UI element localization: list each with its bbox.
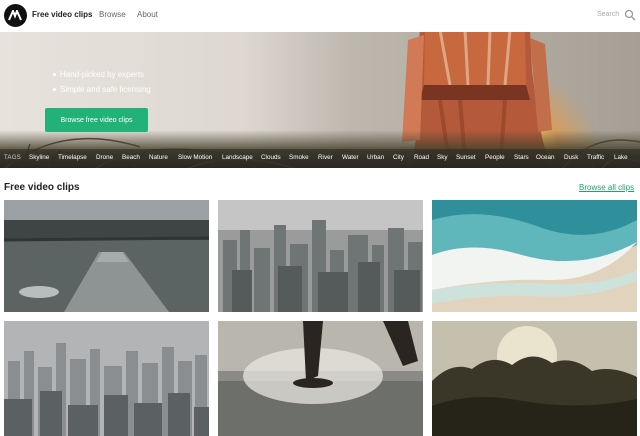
hero-bullet-text: Hand-picked by experts (60, 70, 145, 79)
tag-link[interactable]: Water (342, 154, 359, 161)
tag-link[interactable]: Sunset (456, 154, 476, 161)
tag-link[interactable]: Dusk (564, 154, 578, 161)
tag-link[interactable]: Beach (122, 154, 140, 161)
bullet-dot-icon (53, 73, 56, 77)
tag-link[interactable]: Clouds (261, 154, 281, 161)
tags-label: TAGS (4, 155, 22, 161)
tag-link[interactable]: River (318, 154, 333, 161)
search-input[interactable]: Search (597, 11, 619, 18)
browse-all-clips-link[interactable]: Browse all clips (579, 183, 634, 192)
logo-mark-icon (8, 10, 22, 21)
tag-link[interactable]: Stars (514, 154, 529, 161)
nav-browse-link[interactable]: Browse (99, 10, 126, 19)
tag-link[interactable]: Urban (367, 154, 384, 161)
hero-banner: Hand-picked by experts Simple and safe l… (0, 32, 640, 168)
hero-bullet: Simple and safe licensing (53, 85, 151, 94)
hero-bullet: Hand-picked by experts (53, 70, 144, 79)
tag-link[interactable]: Traffic (587, 154, 604, 161)
tag-link[interactable]: Nature (149, 154, 168, 161)
search-icon[interactable] (624, 9, 636, 21)
clip-thumbnail-lake-pier[interactable] (4, 200, 209, 312)
tag-link[interactable]: Lake (614, 154, 628, 161)
clip-thumbnail-city-skyline-haze[interactable] (4, 321, 209, 436)
browse-free-clips-button[interactable]: Browse free video clips (45, 108, 148, 132)
tag-link[interactable]: Skyline (29, 154, 49, 161)
tag-link[interactable]: Drone (96, 154, 113, 161)
tag-link[interactable]: City (393, 154, 404, 161)
tags-bar: TAGS Skyline Timelapse Drone Beach Natur… (0, 149, 640, 168)
clip-thumbnail-water-splash[interactable] (218, 321, 423, 436)
tag-link[interactable]: Smoke (289, 154, 309, 161)
bullet-dot-icon (53, 88, 56, 92)
brand-title[interactable]: Free video clips (32, 10, 92, 19)
clip-thumbnail-ocean-waves-aerial[interactable] (432, 200, 637, 312)
hero-bullet-text: Simple and safe licensing (60, 85, 151, 94)
nav-about-link[interactable]: About (137, 10, 158, 19)
tag-link[interactable]: People (485, 154, 505, 161)
clip-thumbnail-sunset-forest[interactable] (432, 321, 637, 436)
logo[interactable] (4, 4, 27, 27)
clip-thumbnail-city-skyline-aerial[interactable] (218, 200, 423, 312)
tag-link[interactable]: Landscape (222, 154, 253, 161)
section-title: Free video clips (4, 182, 80, 193)
tag-link[interactable]: Road (414, 154, 429, 161)
tag-link[interactable]: Slow Motion (178, 154, 212, 161)
site-header: Free video clips Browse About Search (0, 0, 640, 32)
tag-link[interactable]: Timelapse (58, 154, 87, 161)
tag-link[interactable]: Ocean (536, 154, 555, 161)
tag-link[interactable]: Sky (437, 154, 448, 161)
